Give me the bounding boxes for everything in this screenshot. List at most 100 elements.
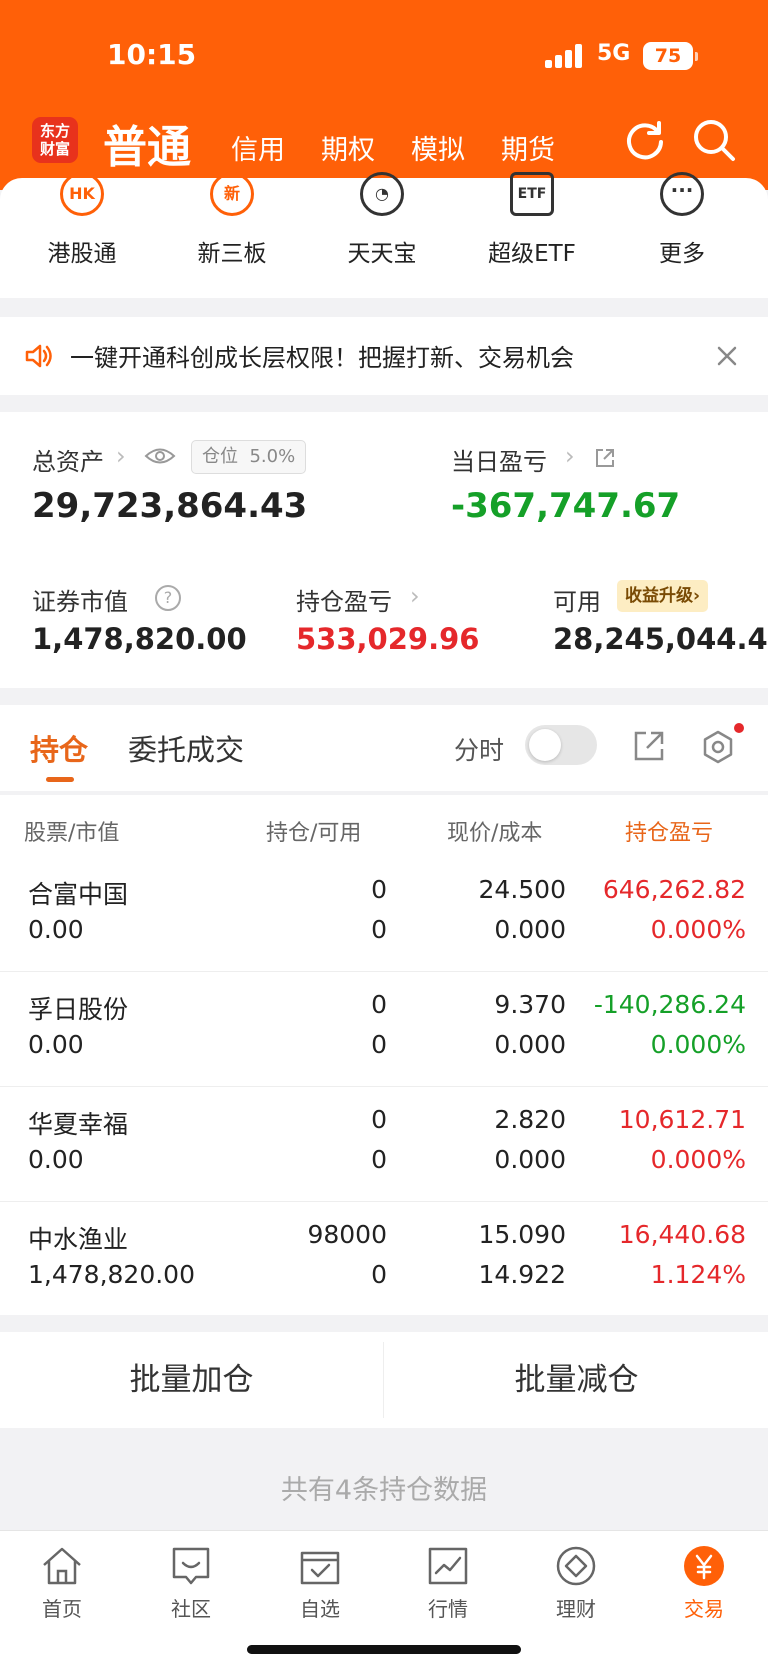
tab-account-options[interactable]: 期权 [321, 128, 375, 167]
tab-account-credit[interactable]: 信用 [231, 128, 285, 167]
cost-price: 0.000 [494, 915, 566, 944]
total-assets-label[interactable]: 总资产 [32, 442, 104, 477]
nav-label: 首页 [42, 1597, 82, 1621]
chevron-right-icon: › [565, 442, 575, 470]
app-header: 10:15 5G 75 东方 财富 普通 信用 期权 模拟 期货 [0, 0, 768, 190]
nav-item-watchlist[interactable]: 自选 [270, 1545, 370, 1622]
refresh-icon[interactable] [623, 118, 667, 162]
stock-name: 中水渔业 [28, 1225, 129, 1254]
available-qty: 0 [371, 1030, 387, 1059]
market-value-label: 证券市值 [32, 588, 128, 616]
quick-item-more[interactable]: ··· 更多 [627, 172, 737, 267]
batch-add-button[interactable]: 批量加仓 [0, 1332, 383, 1428]
notification-dot [734, 723, 744, 733]
table-row[interactable]: 孚日股份 0.00 0 0 9.370 0.000 -140,286.24 0.… [0, 972, 768, 1087]
diamond-icon [556, 1546, 596, 1586]
current-price: 15.090 [478, 1220, 566, 1249]
col-header-pl[interactable]: 持仓盈亏 [625, 815, 713, 847]
position-value: 5.0% [249, 446, 296, 467]
total-assets-value: 29,723,864.43 [32, 486, 308, 526]
stock-market-value: 0.00 [28, 915, 84, 944]
holding-pl: 646,262.82 [602, 875, 746, 904]
position-chip: 仓位 5.0% [191, 440, 307, 474]
market-value: 1,478,820.00 [32, 622, 247, 656]
holding-qty: 0 [371, 990, 387, 1019]
eye-icon[interactable] [144, 445, 176, 467]
tab-holdings[interactable]: 持仓 [30, 727, 88, 769]
available-qty: 0 [371, 915, 387, 944]
current-price: 9.370 [494, 990, 566, 1019]
stock-name: 孚日股份 [28, 995, 129, 1024]
export-icon[interactable] [632, 729, 666, 763]
available-value: 28,245,044.43 [553, 622, 768, 656]
tab-orders[interactable]: 委托成交 [128, 727, 244, 769]
nav-item-community[interactable]: 社区 [141, 1545, 241, 1622]
holding-pl-label[interactable]: 持仓盈亏 [296, 582, 392, 617]
nav-item-market[interactable]: 行情 [398, 1545, 498, 1622]
chevron-right-icon: › [116, 442, 126, 470]
table-row[interactable]: 合富中国 0.00 0 0 24.500 0.000 646,262.82 0.… [0, 857, 768, 972]
stock-market-value: 0.00 [28, 1030, 84, 1059]
table-row[interactable]: 华夏幸福 0.00 0 0 2.820 0.000 10,612.71 0.00… [0, 1087, 768, 1202]
notice-banner[interactable]: 一键开通科创成长层权限！把握打新、交易机会 [0, 317, 768, 395]
stock-market-value: 0.00 [28, 1145, 84, 1174]
tab-account-normal[interactable]: 普通 [103, 111, 191, 175]
batch-reduce-button[interactable]: 批量减仓 [385, 1332, 768, 1428]
position-label: 仓位 [202, 446, 238, 467]
quick-item-hk-connect[interactable]: HK 港股通 [27, 172, 137, 267]
holdings-count-text: 共有4条持仓数据 [280, 1475, 488, 1506]
hk-icon: HK [60, 172, 104, 216]
watchlist-icon [300, 1551, 340, 1585]
nav-item-trade[interactable]: 交易 [654, 1545, 754, 1622]
available-label: 可用 [553, 588, 601, 616]
holding-pl-pct: 0.000% [650, 1030, 746, 1059]
holdings-table: 股票/市值 持仓/可用 现价/成本 持仓盈亏 合富中国 0.00 0 0 24.… [0, 795, 768, 1315]
divider [383, 1342, 384, 1418]
quick-item-neeq[interactable]: 新 新三板 [177, 172, 287, 267]
quick-item-label: 天天宝 [347, 241, 417, 267]
settings-icon[interactable] [700, 729, 736, 765]
quick-item-label: 新三板 [197, 241, 267, 267]
holdings-tabs: 持仓 委托成交 分时 [0, 705, 768, 791]
home-indicator [247, 1645, 521, 1654]
holding-pl: 16,440.68 [618, 1220, 746, 1249]
table-row[interactable]: 中水渔业 1,478,820.00 98000 0 15.090 14.922 … [0, 1202, 768, 1317]
current-price: 2.820 [494, 1105, 566, 1134]
holding-qty: 0 [371, 1105, 387, 1134]
stock-name: 华夏幸福 [28, 1110, 129, 1139]
signal-icon [545, 44, 585, 68]
holding-pl-pct: 0.000% [650, 1145, 746, 1174]
etf-icon: ETF [510, 172, 554, 216]
nav-label: 行情 [428, 1597, 468, 1621]
quick-item-super-etf[interactable]: ETF 超级ETF [477, 172, 587, 267]
battery-icon: 75 [643, 42, 698, 70]
stock-market-value: 1,478,820.00 [28, 1260, 195, 1289]
share-icon[interactable] [594, 447, 616, 469]
chevron-right-icon: › [410, 582, 420, 610]
search-icon[interactable] [692, 118, 736, 162]
home-icon [43, 1547, 81, 1585]
yen-icon [684, 1546, 724, 1586]
close-icon[interactable] [716, 345, 738, 367]
timeshare-toggle[interactable] [525, 725, 597, 765]
app-logo: 东方 财富 [32, 117, 78, 163]
tab-account-simulated[interactable]: 模拟 [411, 128, 465, 167]
upgrade-badge[interactable]: 收益升级› [617, 580, 709, 612]
tab-account-futures[interactable]: 期货 [501, 128, 555, 167]
help-icon[interactable]: ? [155, 585, 181, 611]
nav-item-home[interactable]: 首页 [12, 1545, 112, 1622]
nav-item-wealth[interactable]: 理财 [526, 1545, 626, 1622]
col-header-holding: 持仓/可用 [266, 821, 362, 846]
nav-label: 自选 [300, 1597, 340, 1621]
notice-text: 一键开通科创成长层权限！把握打新、交易机会 [70, 344, 574, 372]
timeshare-label: 分时 [454, 736, 505, 765]
daily-pl-label[interactable]: 当日盈亏 [451, 442, 547, 477]
stock-name: 合富中国 [28, 880, 129, 909]
network-label: 5G [597, 41, 631, 66]
quick-item-label: 港股通 [47, 241, 117, 267]
quick-item-tiantianbao[interactable]: ◔ 天天宝 [327, 172, 437, 267]
quick-item-label: 更多 [659, 241, 705, 267]
available-qty: 0 [371, 1145, 387, 1174]
holding-pl-pct: 1.124% [650, 1260, 746, 1289]
col-header-stock: 股票/市值 [24, 821, 120, 846]
